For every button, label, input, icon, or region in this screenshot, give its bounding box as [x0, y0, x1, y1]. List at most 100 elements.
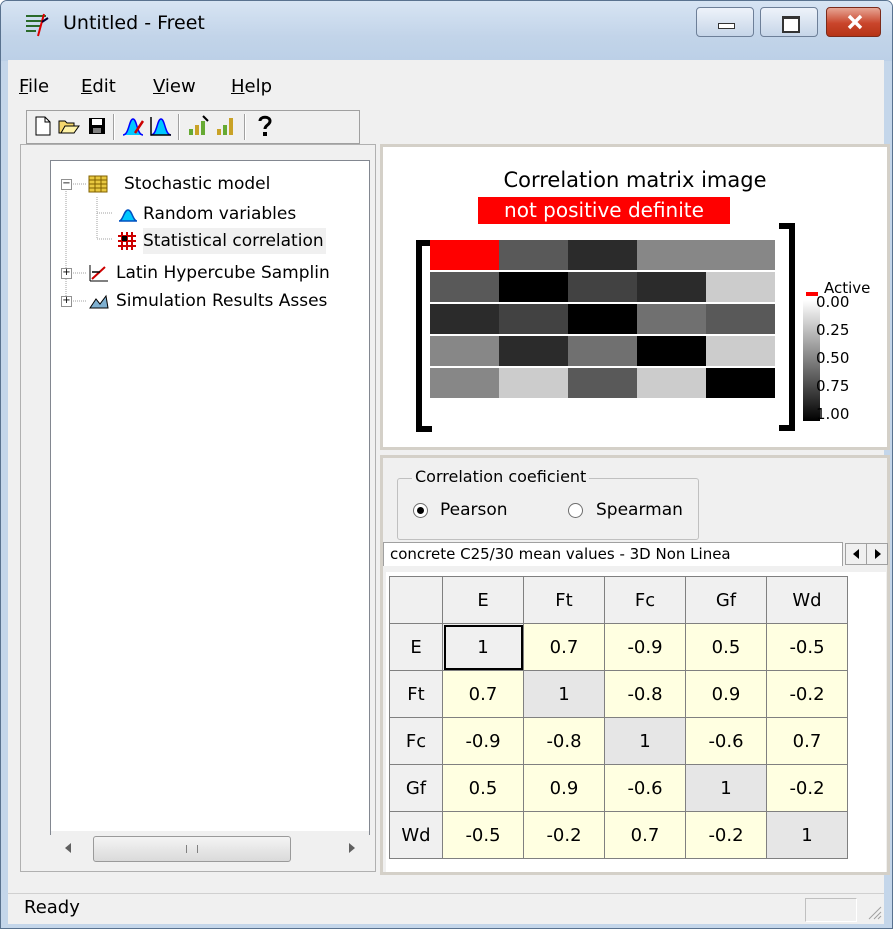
- table-cell[interactable]: 0.9: [523, 764, 605, 812]
- table-cell[interactable]: 0.7: [523, 623, 605, 671]
- column-header[interactable]: E: [442, 576, 524, 624]
- variable-set-tab[interactable]: concrete C25/30 mean values - 3D Non Lin…: [383, 542, 843, 566]
- stochastic-model-icon: [88, 175, 108, 193]
- heatmap-cell[interactable]: [430, 368, 499, 398]
- resize-grip-icon[interactable]: [866, 904, 882, 920]
- help-button[interactable]: [252, 112, 278, 140]
- maximize-button[interactable]: [760, 7, 818, 37]
- heatmap-cell[interactable]: [637, 336, 706, 366]
- table-cell[interactable]: 0.5: [685, 623, 767, 671]
- collapse-toggle[interactable]: −: [61, 179, 72, 190]
- table-cell[interactable]: -0.2: [766, 670, 848, 718]
- heatmap-cell[interactable]: [706, 304, 775, 334]
- scroll-left-button[interactable]: [51, 831, 85, 865]
- table-cell-active[interactable]: 1: [442, 623, 524, 671]
- scroll-thumb[interactable]: [93, 836, 291, 862]
- table-cell[interactable]: -0.8: [523, 717, 605, 765]
- table-cell-diagonal[interactable]: 1: [766, 811, 848, 859]
- legend-label: 0.00: [816, 293, 850, 311]
- heatmap-cell[interactable]: [568, 272, 637, 302]
- table-cell[interactable]: -0.9: [442, 717, 524, 765]
- heatmap-cell[interactable]: [568, 240, 637, 270]
- tree-horizontal-scrollbar[interactable]: [51, 831, 369, 865]
- column-header[interactable]: Ft: [523, 576, 605, 624]
- scroll-right-button[interactable]: [335, 831, 369, 865]
- heatmap-cell[interactable]: [499, 368, 568, 398]
- expand-toggle[interactable]: +: [61, 296, 72, 307]
- minimize-icon: [718, 23, 735, 29]
- table-cell-diagonal[interactable]: 1: [523, 670, 605, 718]
- heatmap-cell[interactable]: [499, 304, 568, 334]
- heatmap-cell[interactable]: [430, 240, 499, 270]
- model-tree[interactable]: − + + Stochastic model Random variables …: [50, 160, 370, 835]
- table-cell[interactable]: -0.2: [685, 811, 767, 859]
- table-cell[interactable]: -0.9: [604, 623, 686, 671]
- arrow-right-icon: [349, 843, 355, 853]
- table-cell[interactable]: 0.7: [442, 670, 524, 718]
- coefficient-group-label: Correlation coeficient: [412, 467, 590, 486]
- column-header[interactable]: Gf: [685, 576, 767, 624]
- heatmap-cell[interactable]: [706, 368, 775, 398]
- column-header[interactable]: Wd: [766, 576, 848, 624]
- heatmap-cell[interactable]: [706, 336, 775, 366]
- spearman-radio[interactable]: [568, 503, 583, 518]
- legend-label: 0.50: [816, 349, 850, 367]
- heatmap-cell[interactable]: [568, 304, 637, 334]
- new-file-button[interactable]: [30, 112, 56, 140]
- row-header[interactable]: Wd: [389, 811, 443, 859]
- heatmap-cell[interactable]: [706, 240, 775, 270]
- tab-scroll-left-button[interactable]: [845, 543, 867, 565]
- expand-toggle[interactable]: +: [61, 268, 72, 279]
- heatmap-cell[interactable]: [637, 304, 706, 334]
- results-button[interactable]: [214, 112, 240, 140]
- heatmap-cell[interactable]: [430, 304, 499, 334]
- menu-view[interactable]: View: [153, 72, 196, 102]
- status-panel: [805, 898, 857, 922]
- heatmap-cell[interactable]: [430, 336, 499, 366]
- sampling-button[interactable]: [186, 112, 212, 140]
- table-cell[interactable]: -0.5: [442, 811, 524, 859]
- table-cell[interactable]: -0.6: [604, 764, 686, 812]
- row-header[interactable]: Fc: [389, 717, 443, 765]
- legend-label: 0.75: [816, 377, 850, 395]
- save-file-button[interactable]: [84, 112, 110, 140]
- table-cell[interactable]: -0.5: [766, 623, 848, 671]
- heatmap-cell[interactable]: [499, 240, 568, 270]
- column-header[interactable]: Fc: [604, 576, 686, 624]
- heatmap-cell[interactable]: [568, 368, 637, 398]
- row-header[interactable]: E: [389, 623, 443, 671]
- menu-help[interactable]: Help: [231, 72, 272, 102]
- random-variables-icon: [118, 209, 138, 222]
- menu-edit[interactable]: Edit: [81, 72, 116, 102]
- table-cell[interactable]: -0.2: [523, 811, 605, 859]
- table-cell[interactable]: 0.7: [604, 811, 686, 859]
- heatmap-cell[interactable]: [499, 272, 568, 302]
- minimize-button[interactable]: [696, 7, 754, 37]
- table-cell[interactable]: 0.9: [685, 670, 767, 718]
- tab-scroll-right-button[interactable]: [866, 543, 888, 565]
- heatmap-cell[interactable]: [430, 272, 499, 302]
- row-header[interactable]: Ft: [389, 670, 443, 718]
- open-file-button[interactable]: [56, 112, 82, 140]
- table-cell[interactable]: 0.7: [766, 717, 848, 765]
- heatmap-cell[interactable]: [706, 272, 775, 302]
- pearson-radio[interactable]: [413, 503, 428, 518]
- window-title: Untitled - Freet: [63, 12, 205, 34]
- heatmap-cell[interactable]: [637, 272, 706, 302]
- table-cell[interactable]: -0.2: [766, 764, 848, 812]
- close-button[interactable]: [826, 7, 881, 37]
- table-cell-diagonal[interactable]: 1: [685, 764, 767, 812]
- heatmap-cell[interactable]: [568, 336, 637, 366]
- table-cell-diagonal[interactable]: 1: [604, 717, 686, 765]
- row-header[interactable]: Gf: [389, 764, 443, 812]
- menu-file[interactable]: File: [19, 72, 49, 102]
- table-cell[interactable]: 0.5: [442, 764, 524, 812]
- app-icon[interactable]: [24, 12, 52, 38]
- variables-button[interactable]: [120, 112, 146, 140]
- table-cell[interactable]: -0.6: [685, 717, 767, 765]
- heatmap-cell[interactable]: [637, 240, 706, 270]
- table-cell[interactable]: -0.8: [604, 670, 686, 718]
- heatmap-cell[interactable]: [637, 368, 706, 398]
- heatmap-cell[interactable]: [499, 336, 568, 366]
- variables-plot-button[interactable]: [148, 112, 174, 140]
